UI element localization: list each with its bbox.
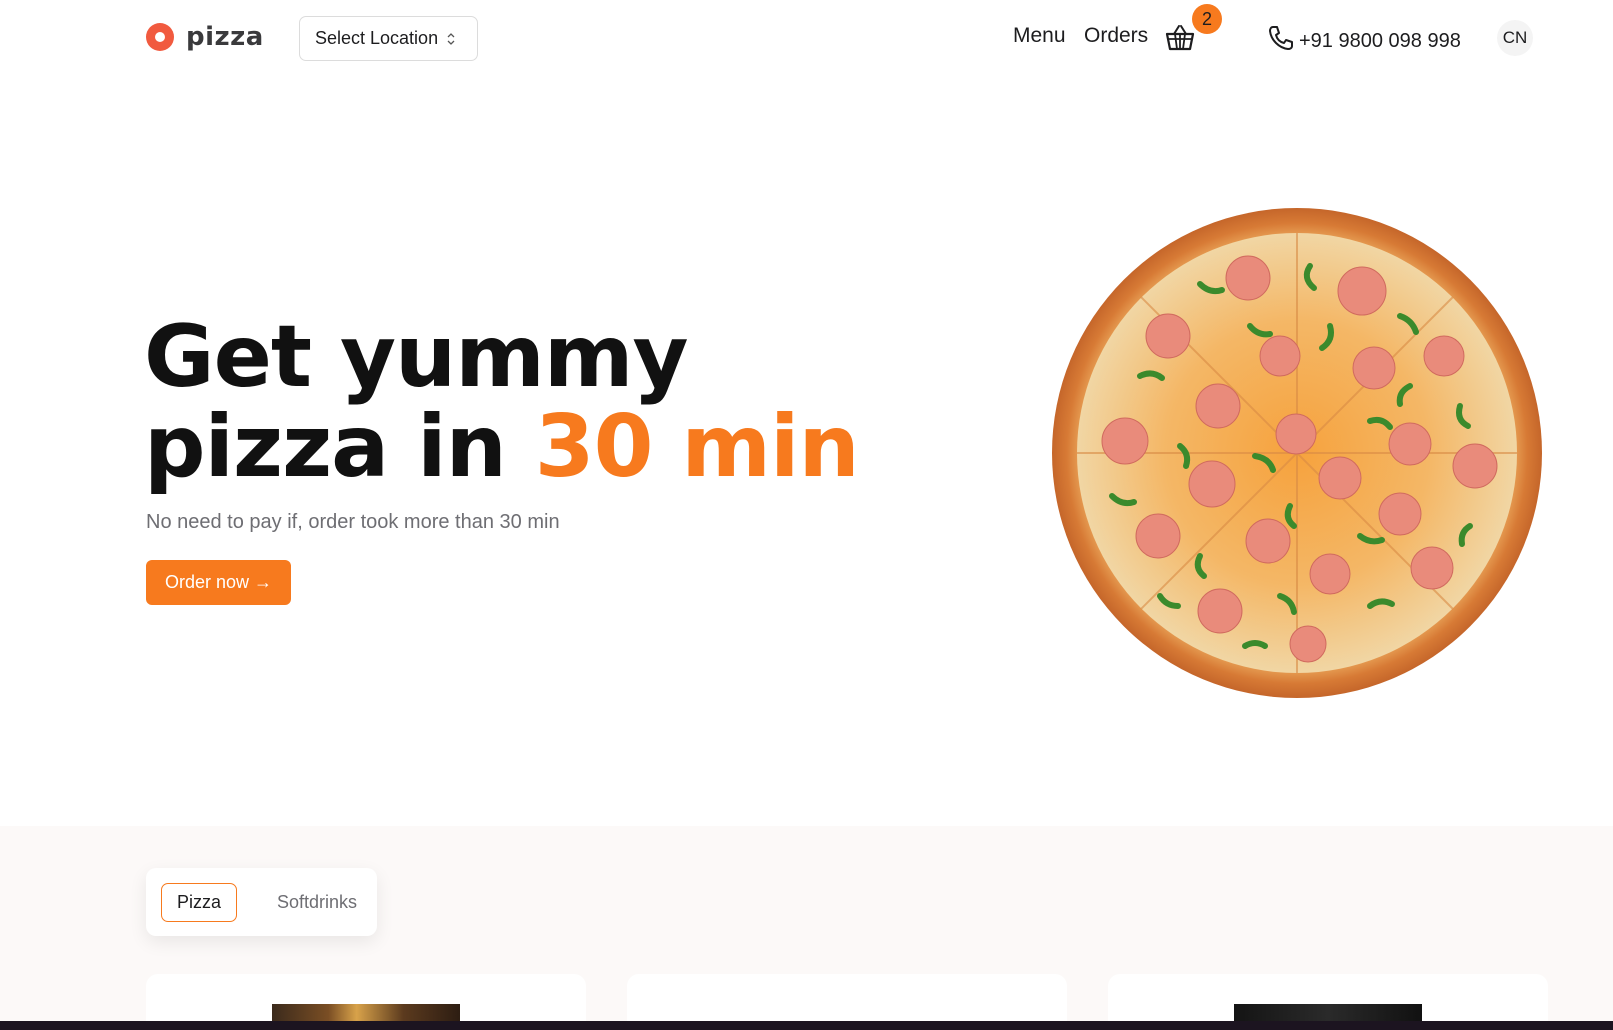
brand-name: pizza	[186, 22, 264, 52]
hero-title-accent: 30 min	[534, 397, 860, 497]
tab-pizza[interactable]: Pizza	[161, 882, 238, 922]
location-select-label: Select Location	[315, 28, 439, 48]
bottom-bar	[0, 1021, 1613, 1030]
basket-icon[interactable]	[1165, 24, 1195, 52]
language-switch[interactable]: CN	[1497, 20, 1533, 56]
order-now-button[interactable]: Order now →	[146, 560, 291, 605]
location-select[interactable]: Select Location	[299, 16, 478, 61]
hero-title-line1: Get yummy	[144, 307, 689, 407]
tab-softdrinks[interactable]: Softdrinks	[261, 883, 373, 922]
cart-count-badge: 2	[1192, 4, 1222, 34]
nav-orders-link[interactable]: Orders	[1084, 24, 1148, 48]
pizza-image	[1050, 206, 1544, 700]
phone-icon	[1267, 24, 1295, 58]
hero-title-line2: pizza in	[144, 397, 535, 497]
hero-subtitle: No need to pay if, order took more than …	[146, 511, 560, 533]
site-header: pizza Select Location Menu Orders 2 +91 …	[0, 0, 1613, 78]
hero-title: Get yummy pizza in 30 min	[144, 312, 860, 492]
nav-menu-link[interactable]: Menu	[1013, 24, 1066, 48]
phone-number: +91 9800 098 998	[1299, 29, 1461, 52]
category-tabs: Pizza Softdrinks	[146, 868, 377, 936]
phone-contact[interactable]: +91 9800 098 998	[1267, 24, 1461, 58]
menu-section: Pizza Softdrinks	[0, 826, 1613, 1030]
logo-mark-icon	[146, 23, 174, 51]
chevron-updown-icon	[446, 32, 456, 46]
brand-logo[interactable]: pizza	[146, 22, 264, 52]
